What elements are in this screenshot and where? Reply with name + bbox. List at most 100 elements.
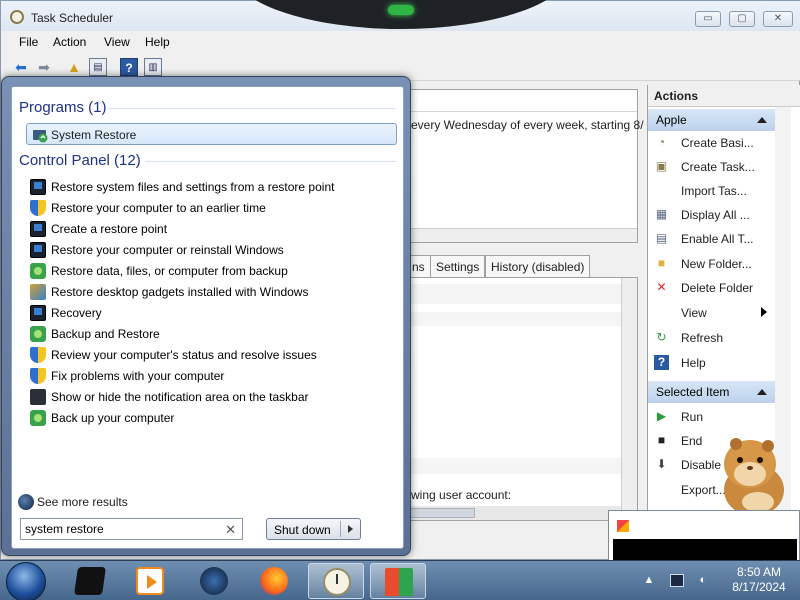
divider <box>108 108 396 109</box>
search-globe-icon <box>18 494 34 510</box>
cp-item-restore-system-files[interactable]: Restore system files and settings from a… <box>30 177 400 198</box>
title-bar[interactable]: Task Scheduler ▭ ▢ ✕ <box>1 0 800 31</box>
cp-item-reinstall-windows[interactable]: Restore your computer or reinstall Windo… <box>30 240 400 261</box>
vertical-scrollbar[interactable] <box>621 278 637 520</box>
backup-icon <box>30 410 46 426</box>
horizontal-scrollbar[interactable] <box>407 228 637 242</box>
search-input[interactable] <box>25 521 215 537</box>
clock-date: 8/17/2024 <box>732 580 786 594</box>
action-run[interactable]: ▶ Run <box>654 406 774 428</box>
taskbar-explorer[interactable] <box>62 563 118 599</box>
action-refresh[interactable]: ↻ Refresh <box>654 327 774 349</box>
up-folder-icon[interactable]: ▲ <box>65 58 83 76</box>
collapse-icon[interactable] <box>757 117 767 123</box>
help-icon[interactable]: ? <box>120 58 138 76</box>
trigger-description: every Wednesday of every week, starting … <box>411 118 644 132</box>
program-system-restore[interactable]: System Restore <box>26 123 397 145</box>
cp-item-fix-problems[interactable]: Fix problems with your computer <box>30 366 400 387</box>
close-button[interactable]: ✕ <box>763 11 793 27</box>
cp-item-create-restore-point[interactable]: Create a restore point <box>30 219 400 240</box>
action-display-all[interactable]: ▦ Display All ... <box>654 204 774 226</box>
delete-x-icon: ✕ <box>656 280 667 294</box>
cp-item-backup-and-restore[interactable]: Backup and Restore <box>30 324 400 345</box>
taskbar-task-scheduler[interactable] <box>308 563 364 599</box>
cp-item-restore-gadgets[interactable]: Restore desktop gadgets installed with W… <box>30 282 400 303</box>
shutdown-options-arrow-icon[interactable] <box>348 525 353 533</box>
collapse-icon[interactable] <box>757 389 767 395</box>
cp-item-notification-area[interactable]: Show or hide the notification area on th… <box>30 387 400 408</box>
monitor-tray-icon[interactable] <box>670 574 684 587</box>
gadgets-icon <box>30 284 46 300</box>
menu-action[interactable]: Action <box>53 35 86 49</box>
back-arrow-icon[interactable]: ⬅ <box>12 58 30 76</box>
action-create-task[interactable]: ▣ Create Task... <box>654 156 774 178</box>
network-tray-icon[interactable]: ◐ <box>696 574 710 587</box>
folder-icon: ■ <box>657 256 666 270</box>
task-scheduler-icon <box>323 568 351 596</box>
laptop-icon <box>30 389 46 405</box>
monitor-icon <box>30 179 46 195</box>
maximize-button[interactable]: ▢ <box>729 11 755 27</box>
webcam-led-icon <box>388 5 414 15</box>
show-hide-action-pane-icon[interactable]: ▥ <box>144 58 162 76</box>
taskbar: ▲ ◐ 8:50 AM 8/17/2024 <box>0 560 800 600</box>
disable-icon: ⬇ <box>656 457 667 471</box>
hamster-sticker <box>724 438 784 514</box>
submenu-arrow-icon <box>761 307 767 317</box>
action-group-selected-item[interactable]: Selected Item <box>648 381 775 403</box>
windows-logo-icon <box>385 568 413 596</box>
cp-item-recovery[interactable]: Recovery <box>30 303 400 324</box>
task-scheduler-icon <box>10 10 24 24</box>
help-icon: ? <box>654 355 669 370</box>
system-restore-icon <box>33 130 48 143</box>
menu-help[interactable]: Help <box>145 35 170 49</box>
backup-icon <box>30 263 46 279</box>
tab-history[interactable]: History (disabled) <box>485 255 591 277</box>
action-view[interactable]: View <box>654 302 774 324</box>
taskbar-network[interactable] <box>186 563 242 599</box>
programs-header[interactable]: Programs (1) <box>19 99 107 116</box>
preview-thumbnail[interactable] <box>613 539 797 561</box>
start-button[interactable] <box>6 562 46 600</box>
cp-item-restore-from-backup[interactable]: Restore data, files, or computer from ba… <box>30 261 400 282</box>
forward-arrow-icon[interactable]: ➡ <box>35 58 53 76</box>
taskbar-windows-explorer[interactable] <box>370 563 426 599</box>
clock-time: 8:50 AM <box>736 565 782 579</box>
run-icon: ▶ <box>656 409 667 423</box>
shut-down-button[interactable]: Shut down <box>266 518 361 540</box>
pane-header <box>407 90 637 112</box>
taskbar-firefox[interactable] <box>246 563 302 599</box>
minimize-button[interactable]: ▭ <box>695 11 721 27</box>
action-group-apple[interactable]: Apple <box>648 109 775 131</box>
detail-row <box>407 458 622 474</box>
action-enable-all[interactable]: ▤ Enable All T... <box>654 228 774 250</box>
scroll-thumb[interactable] <box>407 508 475 518</box>
user-account-label: wing user account: <box>411 488 512 502</box>
cp-item-review-status[interactable]: Review your computer's status and resolv… <box>30 345 400 366</box>
task-detail-pane: wing user account: <box>406 277 638 521</box>
cp-item-restore-earlier-time[interactable]: Restore your computer to an earlier time <box>30 198 400 219</box>
menu-view[interactable]: View <box>104 35 130 49</box>
action-help[interactable]: ? Help <box>654 352 774 374</box>
horizontal-scrollbar[interactable] <box>407 506 622 520</box>
taskbar-preview-popup[interactable] <box>608 510 800 562</box>
action-new-folder[interactable]: ■ New Folder... <box>654 253 774 275</box>
cp-item-back-up-computer[interactable]: Back up your computer <box>30 408 400 429</box>
tab-settings[interactable]: Settings <box>430 255 486 277</box>
taskbar-media-player[interactable] <box>122 563 178 599</box>
clear-search-icon[interactable]: ✕ <box>225 522 236 538</box>
start-search-box[interactable]: ✕ <box>20 518 243 540</box>
actions-title: Actions <box>648 85 800 107</box>
show-hide-console-tree-icon[interactable]: ▤ <box>89 58 107 76</box>
task-summary-pane: every Wednesday of every week, starting … <box>406 89 644 243</box>
shield-icon <box>30 368 46 384</box>
action-import-task[interactable]: Import Tas... <box>654 180 774 202</box>
action-create-basic-task[interactable]: ◔ Create Basi... <box>654 132 774 154</box>
refresh-icon: ↻ <box>656 330 667 344</box>
show-hidden-icons-icon[interactable]: ▲ <box>642 574 656 587</box>
system-clock[interactable]: 8:50 AM 8/17/2024 <box>724 565 794 595</box>
action-delete-folder[interactable]: ✕ Delete Folder <box>654 277 774 299</box>
see-more-results-link[interactable]: See more results <box>18 492 218 512</box>
control-panel-header[interactable]: Control Panel (12) <box>19 152 141 169</box>
menu-file[interactable]: File <box>19 35 38 49</box>
